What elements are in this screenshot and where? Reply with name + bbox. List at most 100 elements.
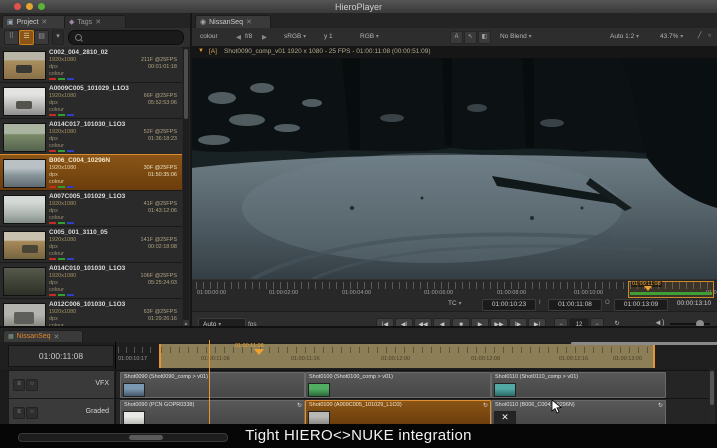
track-body[interactable]: Shot0090 (PCN GOPR0338) ↻ Shot0100 (A009… xyxy=(115,398,710,427)
track-lock-icon[interactable]: ○ xyxy=(26,407,38,419)
zoom-level-dropdown[interactable]: 43.7% ▾ xyxy=(660,33,683,40)
soft-effect-icon[interactable]: ↻ xyxy=(483,402,488,409)
list-item[interactable]: C005_001_3110_05 1920x1080 dpx colour 14… xyxy=(0,227,182,263)
timeline-playhead-icon[interactable] xyxy=(254,349,264,355)
close-icon[interactable]: ✕ xyxy=(54,333,60,341)
clip-name: C002_004_2810_02 xyxy=(49,49,108,56)
close-icon[interactable]: ✕ xyxy=(246,18,252,26)
ruler-label: 01:00:12:00 xyxy=(381,356,410,362)
clip-marker-icon[interactable]: ▼ xyxy=(198,48,204,54)
clip-name: A007C005_101029_L1O3 xyxy=(49,193,125,200)
tc-mode-dropdown[interactable]: TC ▾ xyxy=(448,300,462,307)
set-in-icon[interactable]: I xyxy=(539,300,541,306)
close-icon[interactable]: ✕ xyxy=(95,18,101,26)
soft-effect-icon[interactable]: ↻ xyxy=(297,402,302,409)
track-body[interactable]: Shot0090 (Shot0090_comp > v01) Shot0100 … xyxy=(115,370,710,399)
rgb-channels-icon xyxy=(49,222,74,224)
timeline-clip[interactable]: Shot0090 (PCN GOPR0338) ↻ xyxy=(120,400,305,426)
track-header-vfx[interactable]: ≡ ○ VFX xyxy=(8,370,115,399)
video-frame[interactable] xyxy=(192,58,717,279)
list-item[interactable]: A014C017_101030_L1O3 1920x1080 dpx colou… xyxy=(0,119,182,155)
track-name: Graded xyxy=(86,408,109,415)
left-tabbar: ▣ Project ✕ ◆ Tags ✕ xyxy=(0,13,190,29)
filter-dropdown-icon[interactable]: ▾ xyxy=(52,30,64,45)
clip-thumbnail xyxy=(3,87,46,116)
clip-label: Shot0090 (PCN GOPR0338) xyxy=(124,402,194,408)
clip-format: dpx xyxy=(49,316,58,322)
grid-view-icon[interactable]: ⠿ xyxy=(4,30,19,45)
viewer-playhead-icon[interactable] xyxy=(644,286,652,291)
rgb-channels-icon xyxy=(49,258,74,260)
channels-dropdown[interactable]: RGB ▾ xyxy=(360,33,379,40)
colorspace-dropdown[interactable]: sRGB ▾ xyxy=(284,33,306,40)
close-icon[interactable]: ✕ xyxy=(41,18,47,26)
clip-list-scrollbar[interactable]: ▲ ▼ xyxy=(183,47,189,339)
viewer-panel: ◉ NissanSeq ✕ colour ◀ f/8 ▶ sRGB ▾ y 1 … xyxy=(192,13,717,326)
clip-frames: 52F @25FPS xyxy=(144,129,177,135)
blend-mode-dropdown[interactable]: No Blend ▾ xyxy=(500,33,532,40)
viewer-timeline-ruler[interactable]: 01:00:00:00 01:00:02:00 01:00:04:00 01:0… xyxy=(192,279,717,299)
timeline-clip[interactable]: Shot0100 (Shot0100_comp > v01) xyxy=(305,372,491,398)
clip-timecode: 00:02:18:08 xyxy=(148,244,177,250)
tab-project[interactable]: ▣ Project ✕ xyxy=(2,15,70,28)
timeline-clip[interactable]: Shot0110 (B006_C004_10296N) ✕ ↻ xyxy=(491,400,666,426)
sequence-icon: ▦ xyxy=(8,333,14,340)
list-item[interactable]: A014C010_101030_L1O3 1920x1080 dpx colou… xyxy=(0,263,182,299)
clip-thumbnail-offline: ✕ xyxy=(494,411,516,425)
timeline-ruler[interactable]: 01:00:11:08 01:00:10:17 01:00:11:08 01:0… xyxy=(0,342,717,369)
mask-overlay-icon[interactable]: ◧ xyxy=(478,31,491,44)
tab-tags-label: Tags xyxy=(77,19,92,26)
scrollbar-thumb[interactable] xyxy=(184,49,188,119)
proxy-mode-dropdown[interactable]: Auto 1:2 ▾ xyxy=(610,33,639,40)
list-item[interactable]: A0009C005_101029_L1O3 1920x1080 dpx colo… xyxy=(0,83,182,119)
current-time-display[interactable]: 01:00:11:08 xyxy=(8,345,114,367)
mouse-cursor-icon xyxy=(551,399,562,419)
gain-value[interactable]: f/8 xyxy=(245,33,252,40)
viewer-tabbar: ◉ NissanSeq ✕ xyxy=(192,13,717,29)
list-item-selected[interactable]: B006_C004_10296N 1920x1080 dpx colour 30… xyxy=(0,155,182,191)
colour-label: colour xyxy=(200,33,218,40)
timeline-tabbar: ▦ NissanSeq ✕ xyxy=(0,328,717,343)
set-out-icon[interactable]: O xyxy=(605,300,610,306)
timeline-hscrollbar[interactable] xyxy=(571,342,717,345)
list-item[interactable]: A007C005_101029_L1O3 1920x1080 dpx colou… xyxy=(0,191,182,227)
search-input[interactable] xyxy=(68,30,184,45)
track-header-graded[interactable]: ≡ ○ Graded xyxy=(8,398,115,427)
timeline-clip-selected[interactable]: Shot0100 (A009C005_101029_L1O3) ↻ xyxy=(305,400,491,426)
in-out-range[interactable]: 01:00:11:08 xyxy=(628,281,714,298)
in-out-range[interactable]: 01:00:11:08 01:00:11:16 01:00:12:00 01:0… xyxy=(159,344,655,368)
exposure-display-icon[interactable] xyxy=(705,31,716,42)
out-point-field[interactable]: 01:00:13:09 xyxy=(614,299,668,311)
ruler-label: 01:00:12:16 xyxy=(559,356,588,362)
track-enable-icon[interactable]: ≡ xyxy=(13,407,25,419)
timeline-clip[interactable]: Shot0110 (Shot0110_comp > v01) xyxy=(491,372,666,398)
detail-view-icon[interactable]: ▤ xyxy=(34,30,49,45)
gamma-control[interactable]: y 1 xyxy=(324,33,333,40)
tab-timeline-nissanseq[interactable]: ▦ NissanSeq ✕ xyxy=(3,330,83,342)
input-a-icon[interactable]: A xyxy=(450,31,463,44)
timeline-tab-label: NissanSeq xyxy=(17,333,51,340)
gain-increment-icon[interactable]: ▶ xyxy=(262,33,267,41)
track-enable-icon[interactable]: ≡ xyxy=(13,379,25,391)
in-point-field[interactable]: 01:00:10:23 xyxy=(482,299,536,311)
list-view-icon[interactable]: ☰ xyxy=(19,30,34,45)
current-frame-field[interactable]: 01:00:11:08 xyxy=(548,299,602,311)
track-lock-icon[interactable]: ○ xyxy=(26,379,38,391)
tab-viewer-nissanseq[interactable]: ◉ NissanSeq ✕ xyxy=(195,15,271,28)
clip-format: dpx xyxy=(49,208,58,214)
clip-format: dpx xyxy=(49,64,58,70)
timeline-clip[interactable]: Shot0090 (Shot0090_comp > v01) xyxy=(120,372,305,398)
playhead-line[interactable] xyxy=(209,340,210,424)
clip-name: C005_001_3110_05 xyxy=(49,229,108,236)
ruler-area[interactable]: 01:00:10:17 01:00:11:08 01:00:11:16 01:0… xyxy=(115,342,713,369)
wipe-tool-icon[interactable]: ↖ xyxy=(464,31,477,44)
tab-tags[interactable]: ◆ Tags ✕ xyxy=(64,15,126,28)
gain-decrement-icon[interactable]: ◀ xyxy=(236,33,241,41)
tracks-vscrollbar[interactable] xyxy=(709,369,715,426)
duration-display: 00:00:13:10 xyxy=(674,299,714,309)
list-item[interactable]: C002_004_2810_02 1920x1080 dpx colour 21… xyxy=(0,47,182,83)
soft-effect-icon[interactable]: ↻ xyxy=(658,402,663,409)
volume-slider[interactable] xyxy=(670,323,710,325)
scrollbar-thumb[interactable] xyxy=(710,371,714,405)
timeline-panel: ▦ NissanSeq ✕ 01:00:11:08 01:00:10:17 01… xyxy=(0,326,717,426)
